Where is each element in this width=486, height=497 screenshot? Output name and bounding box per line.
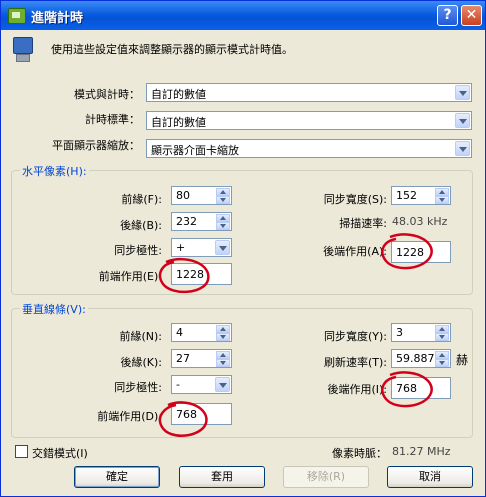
monitor-icon (11, 37, 33, 63)
app-icon (8, 8, 26, 24)
v-refresh-label: 刷新速率(T): (323, 356, 387, 369)
pixel-clock-unit: MHz (427, 445, 451, 458)
scaling-label: 平面顯示器縮放： (52, 139, 140, 152)
cancel-button[interactable]: 取消 (387, 466, 473, 488)
standard-label: 計時標準： (85, 113, 140, 126)
description-text: 使用這些設定值來調整顯示器的顯示模式計時值。 (51, 43, 293, 56)
title-bar: 進階計時 ? ✕ (1, 1, 485, 30)
v-front-porch-label: 前緣(N): (119, 330, 162, 343)
v-front-active-field[interactable]: 768 (171, 403, 232, 425)
h-back-porch-spinner[interactable]: 232 (171, 212, 232, 231)
v-front-porch-value: 4 (176, 326, 183, 339)
v-back-porch-label: 後緣(K): (120, 356, 162, 369)
interlace-checkbox[interactable] (15, 445, 28, 458)
ok-button[interactable]: 確定 (74, 466, 160, 488)
h-polarity-value: + (176, 241, 186, 254)
close-button[interactable]: ✕ (461, 5, 482, 26)
vertical-group-title: 垂直線條(V): (20, 301, 88, 317)
v-polarity-label: 同步極性: (114, 381, 162, 394)
h-polarity-select[interactable]: + (171, 238, 232, 257)
chevron-down-icon[interactable] (455, 113, 470, 128)
h-sync-width-label: 同步寬度(S): (323, 193, 387, 206)
h-polarity-label: 同步極性: (114, 244, 162, 257)
v-refresh-value: 59.887 (396, 352, 435, 365)
h-scan-rate-value: 48.03 (392, 215, 424, 228)
spin-up-icon[interactable] (435, 351, 449, 359)
mode-value: 自訂的數値 (151, 88, 206, 101)
v-polarity-select[interactable]: - (171, 375, 232, 394)
spin-up-icon[interactable] (216, 325, 230, 333)
chevron-down-icon[interactable] (215, 377, 230, 392)
spin-up-icon[interactable] (216, 188, 230, 196)
h-back-active-field[interactable]: 1228 (391, 241, 451, 263)
h-front-porch-value: 80 (176, 189, 190, 202)
spin-up-icon[interactable] (216, 351, 230, 359)
interlace-label: 交錯模式(I) (32, 447, 88, 460)
h-back-active-value: 1228 (396, 246, 424, 259)
mode-label: 模式與計時： (74, 88, 140, 101)
apply-button[interactable]: 套用 (179, 466, 265, 488)
spin-up-icon[interactable] (435, 325, 449, 333)
spin-down-icon[interactable] (216, 196, 230, 204)
v-refresh-spinner[interactable]: 59.887 (391, 349, 451, 368)
spin-down-icon[interactable] (435, 333, 449, 341)
advanced-timing-dialog: 進階計時 ? ✕ 使用這些設定值來調整顯示器的顯示模式計時值。 模式與計時： 自… (0, 0, 486, 497)
spin-down-icon[interactable] (216, 333, 230, 341)
chevron-down-icon[interactable] (455, 85, 470, 100)
h-back-active-label: 後端作用(A): (323, 245, 387, 258)
h-front-porch-spinner[interactable]: 80 (171, 186, 232, 205)
v-front-active-label: 前端作用(D): (97, 410, 162, 423)
scaling-select[interactable]: 顯示器介面卡縮放 (146, 139, 472, 158)
h-front-active-label: 前端作用(E): (98, 270, 162, 283)
v-front-porch-spinner[interactable]: 4 (171, 323, 232, 342)
remove-button: 移除(R) (283, 466, 369, 488)
v-refresh-unit: 赫 (456, 353, 469, 367)
v-back-porch-value: 27 (176, 352, 190, 365)
spin-up-icon[interactable] (216, 214, 230, 222)
window-title: 進階計時 (31, 11, 84, 26)
h-sync-width-spinner[interactable]: 152 (391, 186, 451, 205)
horizontal-group-title: 水平像素(H): (20, 163, 89, 179)
h-scan-rate-unit: kHz (427, 215, 448, 228)
chevron-down-icon[interactable] (215, 240, 230, 255)
v-sync-width-value: 3 (396, 326, 403, 339)
h-scan-rate-label: 掃描速率: (339, 217, 387, 230)
pixel-clock-label: 像素時脈： (332, 447, 387, 460)
spin-down-icon[interactable] (435, 196, 449, 204)
v-front-active-value: 768 (176, 408, 197, 421)
standard-select[interactable]: 自訂的數値 (146, 111, 472, 130)
spin-down-icon[interactable] (216, 222, 230, 230)
v-sync-width-label: 同步寬度(Y): (323, 330, 387, 343)
h-sync-width-value: 152 (396, 189, 417, 202)
v-polarity-value: - (176, 378, 180, 391)
pixel-clock-value: 81.27 (392, 445, 424, 458)
h-front-porch-label: 前緣(F): (121, 193, 162, 206)
h-back-porch-label: 後緣(B): (120, 219, 162, 232)
help-button[interactable]: ? (437, 5, 458, 26)
v-back-active-field[interactable]: 768 (391, 377, 451, 399)
spin-down-icon[interactable] (435, 359, 449, 367)
mode-select[interactable]: 自訂的數値 (146, 83, 472, 102)
spin-down-icon[interactable] (216, 359, 230, 367)
v-back-porch-spinner[interactable]: 27 (171, 349, 232, 368)
h-front-active-field[interactable]: 1228 (171, 263, 232, 285)
v-sync-width-spinner[interactable]: 3 (391, 323, 451, 342)
scaling-value: 顯示器介面卡縮放 (151, 144, 239, 157)
v-back-active-value: 768 (396, 382, 417, 395)
h-front-active-value: 1228 (176, 268, 204, 281)
h-back-porch-value: 232 (176, 215, 197, 228)
spin-up-icon[interactable] (435, 188, 449, 196)
standard-value: 自訂的數値 (151, 116, 206, 129)
v-back-active-label: 後端作用(I): (327, 383, 387, 396)
chevron-down-icon[interactable] (455, 141, 470, 156)
